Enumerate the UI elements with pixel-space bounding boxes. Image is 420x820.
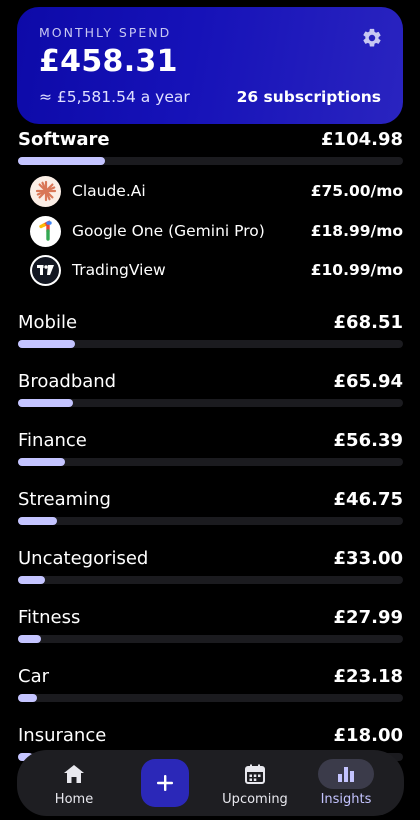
category-total: £23.18 xyxy=(333,665,403,687)
monthly-spend-card: MONTHLY SPEND £458.31 ≈ £5,581.54 a year… xyxy=(17,7,403,124)
category-total: £56.39 xyxy=(333,429,403,451)
category-bar xyxy=(18,635,403,643)
nav-upcoming-label: Upcoming xyxy=(222,792,288,807)
category-total: £68.51 xyxy=(333,311,403,333)
category-total: £104.98 xyxy=(321,128,403,150)
category-software[interactable]: Software £104.98 xyxy=(18,126,403,165)
category-bar xyxy=(18,694,403,702)
monthly-spend-label: MONTHLY SPEND xyxy=(39,25,172,40)
category-bar xyxy=(18,340,403,348)
category-bar-fill xyxy=(18,694,38,702)
plus-icon xyxy=(157,775,173,791)
category-broadband[interactable]: Broadband £65.94 xyxy=(18,368,403,407)
insights-screen: MONTHLY SPEND £458.31 ≈ £5,581.54 a year… xyxy=(0,0,420,820)
category-bar-fill xyxy=(18,458,65,466)
category-total: £46.75 xyxy=(333,488,403,510)
category-name: Software xyxy=(18,128,110,150)
subscription-name: Claude.Ai xyxy=(72,182,146,200)
category-total: £18.00 xyxy=(333,724,403,746)
category-name: Streaming xyxy=(18,488,111,510)
bar-chart-icon xyxy=(318,759,374,789)
subscription-price: £10.99/mo xyxy=(310,261,403,279)
category-bar xyxy=(18,399,403,407)
category-total: £27.99 xyxy=(333,606,403,628)
yearly-spend: ≈ £5,581.54 a year xyxy=(39,88,190,106)
category-bar-fill xyxy=(18,576,46,584)
category-total: £65.94 xyxy=(333,370,403,392)
category-bar xyxy=(18,157,403,165)
tradingview-logo-icon xyxy=(30,254,61,286)
category-streaming[interactable]: Streaming £46.75 xyxy=(18,486,403,525)
nav-insights[interactable]: Insights xyxy=(317,750,375,816)
subscription-price: £18.99/mo xyxy=(310,222,403,240)
home-icon xyxy=(46,759,102,789)
category-name: Uncategorised xyxy=(18,547,149,569)
category-bar-fill xyxy=(18,399,74,407)
category-name: Finance xyxy=(18,429,87,451)
category-name: Mobile xyxy=(18,311,78,333)
category-name: Fitness xyxy=(18,606,81,628)
settings-gear-icon[interactable] xyxy=(361,27,383,49)
subscription-name: TradingView xyxy=(72,261,166,279)
category-name: Insurance xyxy=(18,724,107,746)
nav-home-label: Home xyxy=(54,792,94,807)
category-car[interactable]: Car £23.18 xyxy=(18,663,403,702)
subscription-row-claude[interactable]: Claude.Ai £75.00/mo xyxy=(30,173,403,209)
category-bar xyxy=(18,458,403,466)
category-bar-fill xyxy=(18,635,42,643)
subscription-name: Google One (Gemini Pro) xyxy=(72,222,265,240)
category-finance[interactable]: Finance £56.39 xyxy=(18,427,403,466)
category-bar xyxy=(18,517,403,525)
category-bar-fill xyxy=(18,157,106,165)
category-mobile[interactable]: Mobile £68.51 xyxy=(18,309,403,348)
category-bar xyxy=(18,576,403,584)
category-name: Car xyxy=(18,665,49,687)
subscription-price: £75.00/mo xyxy=(310,182,403,200)
claude-logo-icon xyxy=(30,175,61,207)
google-one-logo-icon xyxy=(30,215,61,247)
monthly-spend-amount: £458.31 xyxy=(39,44,178,79)
nav-insights-label: Insights xyxy=(320,792,372,807)
bottom-nav: Home Upcoming Insights xyxy=(17,750,404,816)
category-bar-fill xyxy=(18,340,75,348)
subscription-row-google-one[interactable]: Google One (Gemini Pro) £18.99/mo xyxy=(30,213,403,249)
calendar-icon xyxy=(227,759,283,789)
nav-home[interactable]: Home xyxy=(46,750,102,816)
add-subscription-button[interactable] xyxy=(141,759,189,807)
category-fitness[interactable]: Fitness £27.99 xyxy=(18,604,403,643)
category-bar-fill xyxy=(18,517,57,525)
category-name: Broadband xyxy=(18,370,117,392)
category-uncategorised[interactable]: Uncategorised £33.00 xyxy=(18,545,403,584)
subscription-row-tradingview[interactable]: TradingView £10.99/mo xyxy=(30,252,403,288)
subscription-count: 26 subscriptions xyxy=(236,88,381,106)
nav-upcoming[interactable]: Upcoming xyxy=(220,750,290,816)
category-total: £33.00 xyxy=(333,547,403,569)
